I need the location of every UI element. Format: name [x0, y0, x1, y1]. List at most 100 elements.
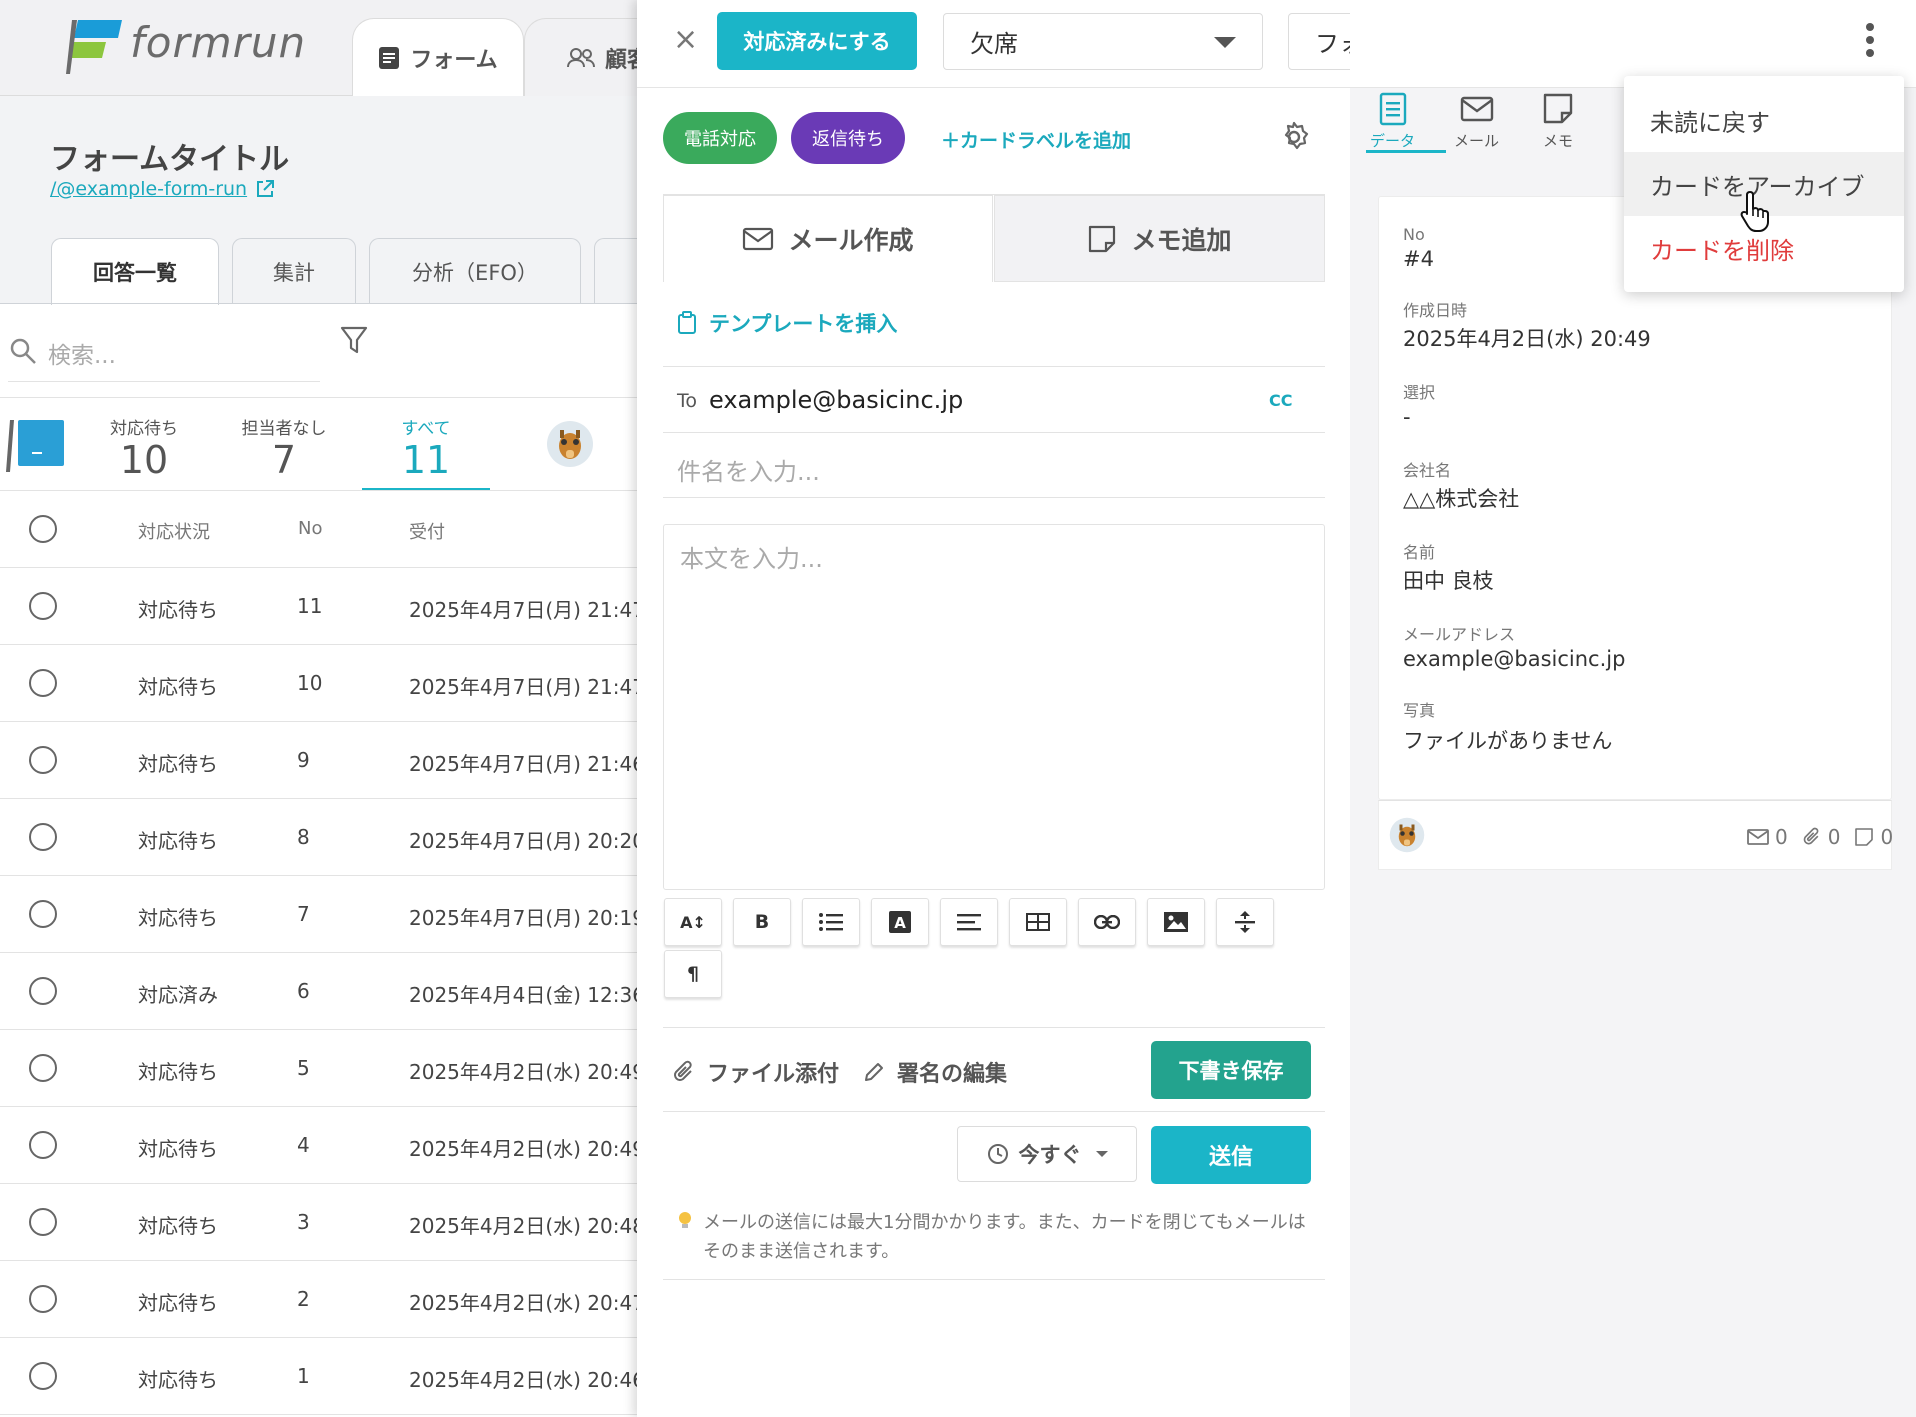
table-row[interactable]: 対応待ち 1 2025年4月2日(水) 20:46 [0, 1338, 640, 1415]
search-box[interactable]: 検索... [8, 336, 320, 382]
image-icon [1164, 912, 1188, 932]
hand-pointer-icon [1740, 190, 1774, 232]
align-button[interactable] [940, 898, 998, 946]
resolve-button[interactable]: 対応済みにする [717, 12, 917, 70]
label-awaiting-reply[interactable]: 返信待ち [791, 112, 905, 164]
nav-tab-customer[interactable]: 顧客 [524, 18, 640, 96]
to-label: To [677, 390, 698, 412]
table-row[interactable]: 対応待ち 7 2025年4月7日(月) 20:19 [0, 876, 640, 953]
schedule-value: 今すぐ [1018, 1143, 1082, 1167]
table-row[interactable]: 対応待ち 11 2025年4月7日(月) 21:47 [0, 568, 640, 645]
col-status: 対応状況 [138, 522, 210, 543]
row-no: 10 [297, 671, 323, 695]
paragraph-button[interactable]: ¶ [664, 950, 722, 998]
add-label-button[interactable]: ＋カードラベルを追加 [941, 126, 1131, 153]
label-phone[interactable]: 電話対応 [663, 112, 777, 164]
insert-template-button[interactable]: テンプレートを挿入 [677, 308, 897, 338]
side-tab-mail[interactable]: メール [1454, 92, 1499, 151]
card-view-icon[interactable] [6, 420, 64, 472]
row-checkbox[interactable] [29, 900, 57, 928]
row-no: 5 [297, 1056, 310, 1080]
table-row[interactable]: 対応待ち 8 2025年4月7日(月) 20:20 [0, 799, 640, 876]
count-waiting-label: 対応待ち [110, 419, 178, 439]
table-icon [1026, 913, 1050, 931]
field-value: 2025年4月2日(水) 20:49 [1403, 327, 1651, 351]
table-row[interactable]: 対応待ち 2 2025年4月2日(水) 20:47 [0, 1261, 640, 1338]
row-checkbox[interactable] [29, 669, 57, 697]
field-label: 写真 [1403, 701, 1436, 720]
text-color-icon: A [889, 911, 911, 933]
select-all-checkbox[interactable] [29, 515, 57, 543]
tab-responses[interactable]: 回答一覧 [51, 238, 219, 305]
mail-icon [743, 227, 774, 251]
tab-compose-mail[interactable]: メール作成 [663, 195, 993, 282]
row-checkbox[interactable] [29, 592, 57, 620]
field-value: ファイルがありません [1403, 729, 1613, 753]
filter-icon[interactable] [340, 326, 368, 356]
count-waiting[interactable]: 対応待ち 10 [106, 414, 182, 481]
row-checkbox[interactable] [29, 1208, 57, 1236]
row-date: 2025年4月2日(水) 20:46 [409, 1368, 640, 1392]
memo-icon [1543, 93, 1573, 124]
form-link-text: /@example-form-run [50, 178, 248, 200]
link-button[interactable] [1078, 898, 1136, 946]
to-field[interactable]: example@basicinc.jp [709, 386, 963, 414]
table-row[interactable]: 対応待ち 10 2025年4月7日(月) 21:47 [0, 645, 640, 722]
clock-icon [987, 1144, 1008, 1164]
table-row[interactable]: 対応待ち 5 2025年4月2日(水) 20:49 [0, 1030, 640, 1107]
form-link[interactable]: /@example-form-run [50, 178, 275, 200]
table-button[interactable] [1009, 898, 1067, 946]
row-date: 2025年4月7日(月) 20:20 [409, 829, 640, 853]
row-checkbox[interactable] [29, 1054, 57, 1082]
menu-item-mark-unread[interactable]: 未読に戻す [1624, 88, 1904, 152]
font-size-button[interactable]: A↕ [664, 898, 722, 946]
image-button[interactable] [1147, 898, 1205, 946]
subject-input[interactable]: 件名を入力... [677, 452, 820, 487]
strikethrough-button[interactable] [1216, 898, 1274, 946]
align-icon [957, 914, 981, 931]
save-draft-button[interactable]: 下書き保存 [1151, 1041, 1311, 1099]
edit-signature-button[interactable]: 署名の編集 [863, 1056, 1007, 1088]
schedule-select[interactable]: 今すぐ [957, 1126, 1137, 1182]
assignee-avatar[interactable] [546, 420, 594, 468]
nav-tab-form[interactable]: フォーム [352, 18, 524, 96]
field-label: 選択 [1403, 383, 1436, 402]
row-checkbox[interactable] [29, 977, 57, 1005]
side-tab-memo-label: メモ [1542, 132, 1573, 150]
attach-file-button[interactable]: ファイル添付 [673, 1056, 839, 1088]
svg-text:A: A [894, 914, 906, 932]
document-icon [1379, 92, 1406, 126]
bold-button[interactable]: B [733, 898, 791, 946]
text-color-button[interactable]: A [871, 898, 929, 946]
tab-more[interactable] [594, 238, 640, 304]
send-button[interactable]: 送信 [1151, 1126, 1311, 1184]
table-row[interactable]: 対応待ち 3 2025年4月2日(水) 20:48 [0, 1184, 640, 1261]
status-select[interactable]: 欠席 [943, 13, 1263, 70]
table-row[interactable]: 対応待ち 4 2025年4月2日(水) 20:49 [0, 1107, 640, 1184]
tab-summary[interactable]: 集計 [232, 238, 356, 304]
more-vertical-icon[interactable] [1864, 22, 1876, 58]
count-all[interactable]: すべて 11 [362, 414, 490, 491]
gear-icon[interactable] [1277, 120, 1311, 154]
table-row[interactable]: 対応済み 6 2025年4月4日(金) 12:36 [0, 953, 640, 1030]
field-value: △△株式会社 [1403, 487, 1520, 511]
field-value: - [1403, 405, 1411, 429]
row-checkbox[interactable] [29, 1285, 57, 1313]
cc-button[interactable]: CC [1269, 391, 1292, 410]
tab-add-memo[interactable]: メモ追加 [994, 195, 1325, 282]
list-button[interactable] [802, 898, 860, 946]
count-unassigned[interactable]: 担当者なし 7 [236, 414, 332, 481]
row-date: 2025年4月7日(月) 20:19 [409, 906, 640, 930]
table-row[interactable]: 対応待ち 9 2025年4月7日(月) 21:46 [0, 722, 640, 799]
row-checkbox[interactable] [29, 823, 57, 851]
field-label: 名前 [1403, 543, 1436, 562]
row-checkbox[interactable] [29, 746, 57, 774]
body-input[interactable]: 本文を入力... [663, 524, 1325, 890]
side-tab-memo[interactable]: メモ [1542, 92, 1574, 151]
row-date: 2025年4月7日(月) 21:46 [409, 752, 640, 776]
row-checkbox[interactable] [29, 1362, 57, 1390]
side-tab-data[interactable]: データ [1370, 92, 1415, 151]
close-icon[interactable]: × [673, 22, 698, 57]
tab-analysis[interactable]: 分析（EFO） [369, 238, 581, 304]
row-checkbox[interactable] [29, 1131, 57, 1159]
